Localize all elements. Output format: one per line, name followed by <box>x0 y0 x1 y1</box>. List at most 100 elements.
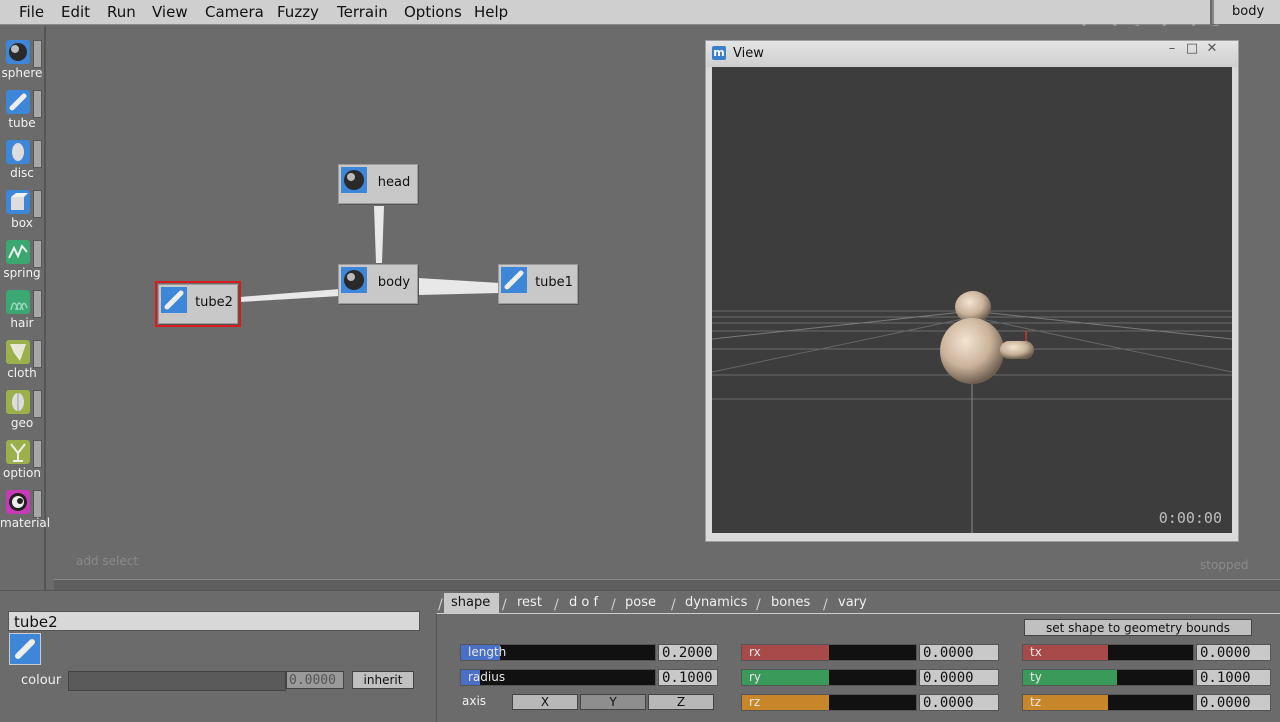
tz-value[interactable]: 0.0000 <box>1196 694 1271 711</box>
tool-grip[interactable] <box>33 340 42 368</box>
rz-label: rz <box>749 695 761 709</box>
tool-grip[interactable] <box>33 440 42 468</box>
menu-fuzzy[interactable]: Fuzzy <box>277 3 319 21</box>
body-shape <box>940 318 1004 384</box>
tool-tube[interactable]: tube <box>0 76 44 130</box>
tab-bones[interactable]: / bones <box>756 593 819 613</box>
radius-value[interactable]: 0.1000 <box>658 669 718 686</box>
radius-label: radius <box>468 670 506 684</box>
node-tube2[interactable]: tube2 <box>155 281 241 327</box>
axis-y-button[interactable]: Y <box>580 694 646 710</box>
view-title: View <box>733 46 764 61</box>
geo-icon <box>6 390 30 414</box>
tx-value[interactable]: 0.0000 <box>1196 644 1271 661</box>
tool-cloth[interactable]: cloth <box>0 326 44 380</box>
component-toolbar: sphere tube disc box spring hair cloth g… <box>0 26 50 590</box>
tx-label: tx <box>1030 645 1042 659</box>
menu-run[interactable]: Run <box>107 3 136 21</box>
tool-disc[interactable]: disc <box>0 126 44 180</box>
colour-swatch[interactable] <box>68 671 286 691</box>
sim-status: stopped <box>1200 558 1249 572</box>
node-body[interactable]: body <box>338 264 418 304</box>
tab-vary[interactable]: / vary <box>823 593 874 613</box>
tab-shape[interactable]: / shape <box>438 593 499 613</box>
current-object-label: body <box>1232 4 1265 19</box>
tool-material[interactable]: material <box>0 476 50 530</box>
menu-bar: File Edit Run View Camera Fuzzy Terrain … <box>0 0 1210 25</box>
cloth-icon <box>6 340 30 364</box>
properties-panel: tube2 colour 0.0000 inherit / shape / rest… <box>0 590 1280 722</box>
app-icon: m <box>712 46 726 60</box>
menu-camera[interactable]: Camera <box>205 3 264 21</box>
tool-grip[interactable] <box>33 90 42 118</box>
tool-sphere[interactable]: sphere <box>0 26 44 80</box>
rx-label: rx <box>749 645 761 659</box>
tool-hair[interactable]: hair <box>0 276 44 330</box>
tool-option[interactable]: option <box>0 426 44 480</box>
tube-icon <box>6 90 30 114</box>
ry-slider[interactable]: ry <box>741 669 917 686</box>
ty-value[interactable]: 0.1000 <box>1196 669 1271 686</box>
node-tube1[interactable]: tube1 <box>498 264 578 304</box>
menu-view[interactable]: View <box>152 3 188 21</box>
tool-grip[interactable] <box>33 190 42 218</box>
viewport-scene <box>712 291 1232 533</box>
radius-slider[interactable]: radius <box>460 669 656 686</box>
node-label: tube1 <box>535 275 573 290</box>
length-slider[interactable]: length <box>460 644 656 661</box>
view-title-bar[interactable]: m View – □ ✕ <box>706 41 1238 67</box>
close-icon[interactable]: ✕ <box>1204 42 1220 56</box>
length-value[interactable]: 0.2000 <box>658 644 718 661</box>
hair-icon <box>6 290 30 314</box>
tool-spring[interactable]: spring <box>0 226 44 280</box>
rx-value[interactable]: 0.0000 <box>919 644 999 661</box>
box-icon <box>6 190 30 214</box>
maximize-icon[interactable]: □ <box>1184 42 1200 56</box>
tab-rest[interactable]: / rest <box>502 593 559 613</box>
tool-grip[interactable] <box>33 240 42 268</box>
rz-slider[interactable]: rz <box>741 694 917 711</box>
graph-scrollbar[interactable] <box>54 579 1280 590</box>
axis-label: axis <box>462 694 487 708</box>
tube-shape <box>1000 341 1034 359</box>
rx-slider[interactable]: rx <box>741 644 917 661</box>
node-label: body <box>377 275 411 290</box>
ry-value[interactable]: 0.0000 <box>919 669 999 686</box>
tz-slider[interactable]: tz <box>1022 694 1194 711</box>
view-window[interactable]: m View – □ ✕ 0:00:00 <box>705 40 1239 542</box>
minimize-icon[interactable]: – <box>1164 42 1180 56</box>
axis-x-button[interactable]: X <box>512 694 578 710</box>
ty-slider[interactable]: ty <box>1022 669 1194 686</box>
colour-value[interactable]: 0.0000 <box>286 671 344 689</box>
option-icon <box>6 440 30 464</box>
rz-value[interactable]: 0.0000 <box>919 694 999 711</box>
sphere-icon <box>341 167 367 193</box>
axis-z-button[interactable]: Z <box>648 694 714 710</box>
tx-slider[interactable]: tx <box>1022 644 1194 661</box>
tube-icon <box>501 267 527 293</box>
object-name-field[interactable]: tube2 <box>8 611 420 631</box>
menu-edit[interactable]: Edit <box>61 3 90 21</box>
node-head[interactable]: head <box>338 164 418 204</box>
menu-file[interactable]: File <box>19 3 44 21</box>
tool-grip[interactable] <box>33 290 42 318</box>
tool-grip[interactable] <box>33 40 42 68</box>
tool-label: material <box>0 516 51 530</box>
tab-pose[interactable]: / pose <box>611 593 667 613</box>
disc-icon <box>6 140 30 164</box>
menu-terrain[interactable]: Terrain <box>337 3 388 21</box>
inherit-button[interactable]: inherit <box>352 671 414 689</box>
colour-label: colour <box>21 673 62 688</box>
tool-box[interactable]: box <box>0 176 44 230</box>
3d-viewport[interactable]: 0:00:00 <box>712 67 1232 533</box>
menu-help[interactable]: Help <box>474 3 508 21</box>
set-shape-to-bounds-button[interactable]: set shape to geometry bounds <box>1024 619 1252 636</box>
tool-grip[interactable] <box>33 490 42 518</box>
tool-grip[interactable] <box>33 140 42 168</box>
tool-geo[interactable]: geo <box>0 376 44 430</box>
menu-options[interactable]: Options <box>404 3 462 21</box>
tool-grip[interactable] <box>33 390 42 418</box>
node-label: tube2 <box>195 295 233 310</box>
tab-dynamics[interactable]: / dynamics <box>671 593 755 613</box>
connection-body-tube2 <box>240 289 340 302</box>
